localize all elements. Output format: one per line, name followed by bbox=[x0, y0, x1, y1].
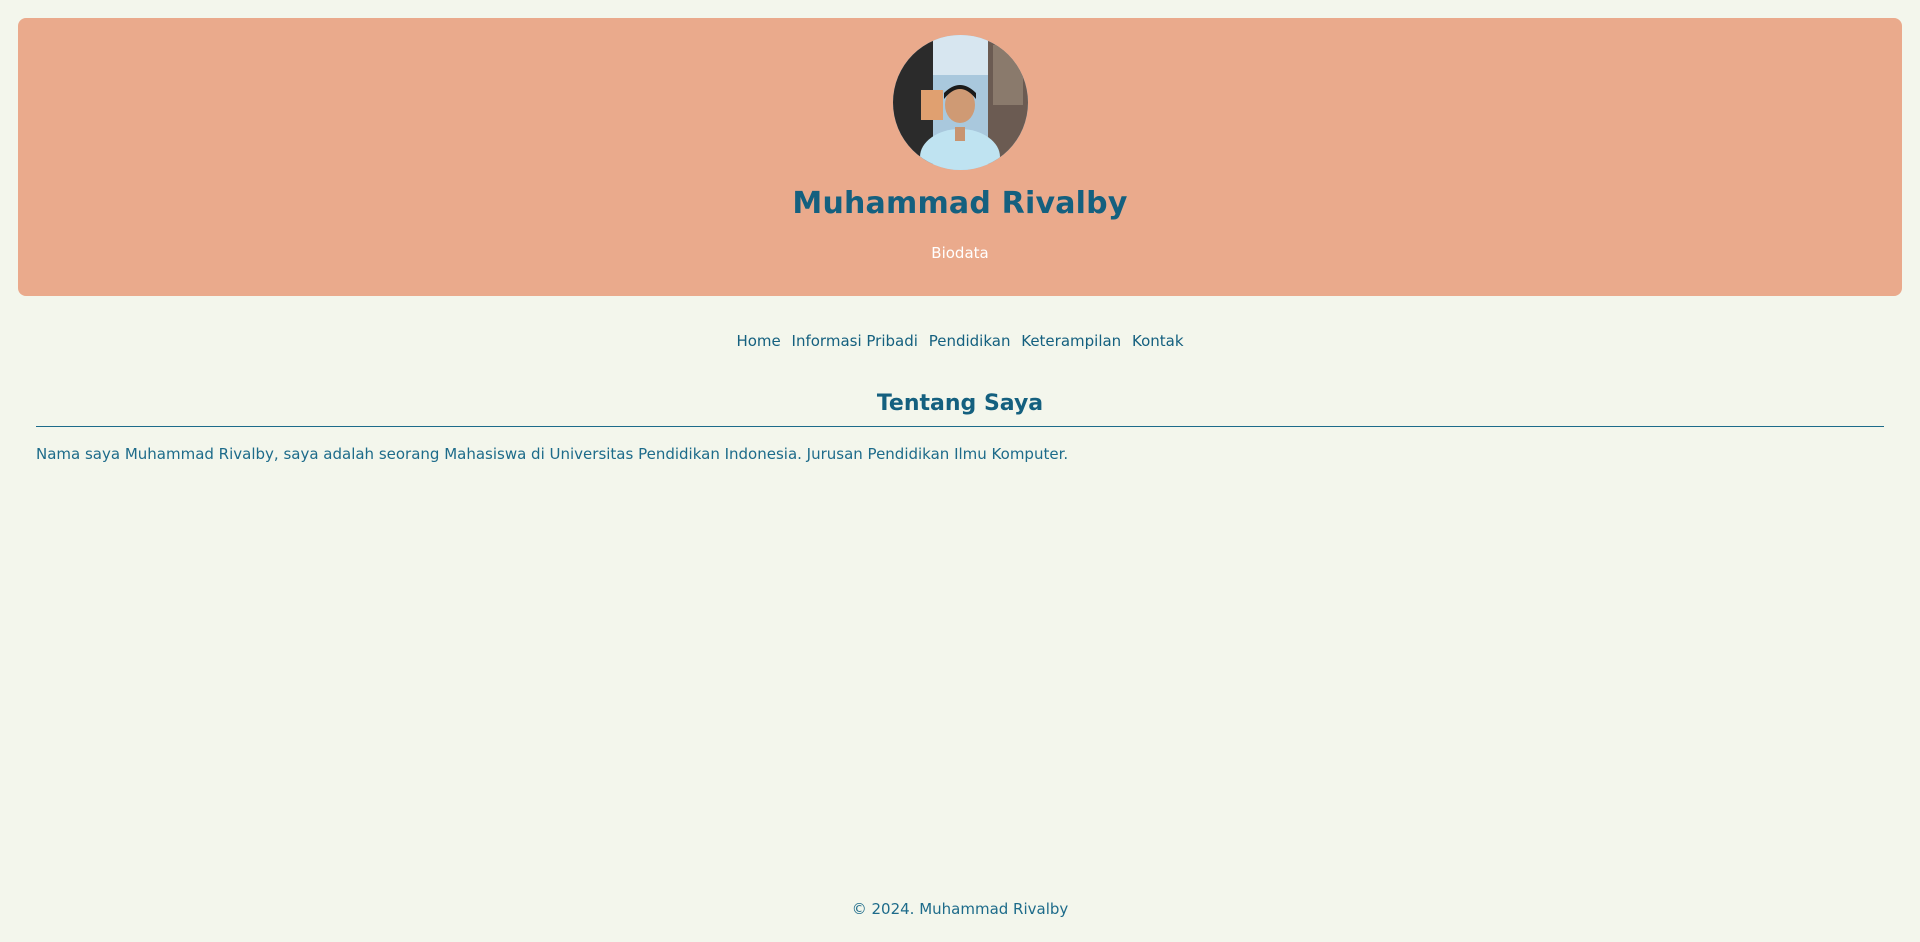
nav-item-informasi-pribadi[interactable]: Informasi Pribadi bbox=[792, 332, 918, 350]
section-divider bbox=[36, 426, 1884, 427]
page-title: Muhammad Rivalby bbox=[792, 186, 1128, 221]
profile-header: Muhammad Rivalby Biodata bbox=[18, 18, 1902, 296]
footer: © 2024. Muhammad Rivalby bbox=[0, 900, 1920, 918]
page-subtitle: Biodata bbox=[931, 244, 989, 262]
profile-photo-icon bbox=[893, 35, 1028, 170]
main-nav: Home Informasi Pribadi Pendidikan Ketera… bbox=[0, 332, 1920, 350]
section-title: Tentang Saya bbox=[876, 391, 1044, 416]
about-text: Nama saya Muhammad Rivalby, saya adalah … bbox=[36, 445, 1069, 463]
nav-item-kontak[interactable]: Kontak bbox=[1132, 332, 1184, 350]
footer-copyright: © 2024. Muhammad Rivalby bbox=[851, 900, 1069, 918]
avatar bbox=[893, 35, 1028, 170]
nav-item-home[interactable]: Home bbox=[736, 332, 780, 350]
nav-item-keterampilan[interactable]: Keterampilan bbox=[1021, 332, 1121, 350]
nav-item-pendidikan[interactable]: Pendidikan bbox=[929, 332, 1011, 350]
